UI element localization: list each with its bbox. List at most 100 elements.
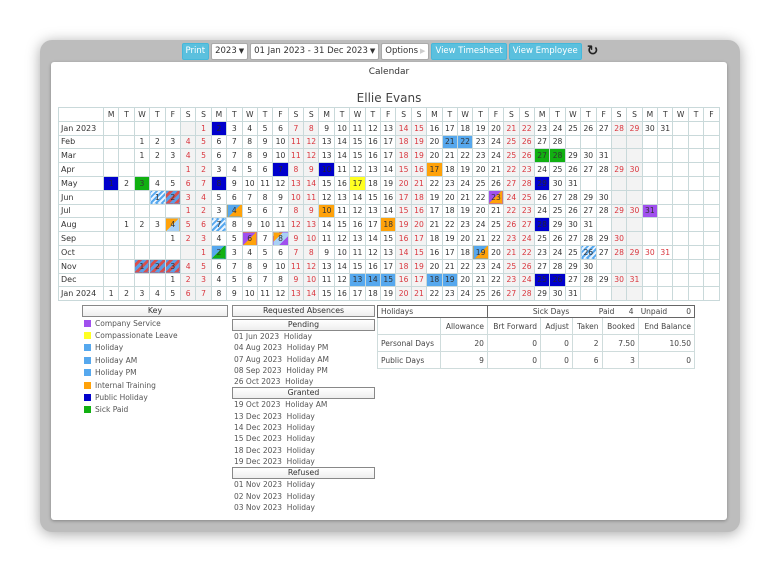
day-cell[interactable] <box>102 217 120 233</box>
day-cell[interactable] <box>672 148 689 164</box>
day-cell[interactable]: 24 <box>456 175 474 191</box>
day-cell-absence[interactable]: 10 <box>318 162 335 177</box>
day-cell[interactable]: 26 <box>549 231 566 246</box>
day-cell[interactable]: 2 <box>179 231 197 246</box>
day-cell[interactable] <box>703 120 720 136</box>
day-cell[interactable]: 20 <box>487 120 505 136</box>
day-cell[interactable]: 6 <box>272 244 289 260</box>
day-cell[interactable]: 9 <box>256 148 274 164</box>
day-cell[interactable]: 12 <box>349 203 366 219</box>
day-cell[interactable]: 5 <box>226 272 243 288</box>
day-cell[interactable]: 18 <box>426 231 443 246</box>
day-cell[interactable]: 23 <box>441 175 458 191</box>
day-cell[interactable]: 23 <box>518 162 535 177</box>
day-cell[interactable]: 16 <box>364 148 382 164</box>
day-cell[interactable]: 23 <box>456 217 474 233</box>
day-cell[interactable]: 28 <box>580 231 597 246</box>
day-cell[interactable]: 16 <box>380 189 397 205</box>
day-cell[interactable]: 5 <box>195 134 212 150</box>
view-timesheet-button[interactable]: View Timesheet <box>431 42 507 60</box>
day-cell-absence[interactable]: 1 <box>149 189 166 205</box>
day-cell[interactable]: 18 <box>441 162 458 177</box>
day-cell[interactable] <box>149 162 166 177</box>
day-cell[interactable] <box>610 148 628 164</box>
day-cell[interactable]: 10 <box>272 148 289 164</box>
day-cell[interactable]: 1 <box>164 231 181 246</box>
day-cell[interactable]: 20 <box>426 258 443 274</box>
day-cell[interactable]: 21 <box>472 231 489 246</box>
day-cell[interactable] <box>164 162 181 177</box>
day-cell[interactable]: 22 <box>441 217 458 233</box>
absence-request-item[interactable]: 18 Dec 2023 Holiday <box>232 445 375 456</box>
day-cell[interactable]: 2 <box>179 272 197 288</box>
day-cell[interactable]: 7 <box>226 258 243 274</box>
day-cell[interactable]: 5 <box>210 189 228 205</box>
day-cell[interactable] <box>641 231 659 246</box>
day-cell[interactable]: 24 <box>518 231 535 246</box>
day-cell[interactable]: 15 <box>364 189 382 205</box>
day-cell[interactable]: 22 <box>487 231 505 246</box>
day-cell[interactable]: 22 <box>426 286 443 302</box>
day-cell[interactable]: 26 <box>533 189 551 205</box>
day-cell[interactable]: 17 <box>380 148 397 164</box>
day-cell[interactable] <box>610 175 628 191</box>
day-cell[interactable]: 20 <box>472 162 489 177</box>
day-cell-absence[interactable]: 2 <box>164 189 181 205</box>
day-cell[interactable]: 8 <box>272 272 289 288</box>
day-cell[interactable] <box>657 148 674 164</box>
day-cell[interactable]: 30 <box>610 272 628 288</box>
day-cell[interactable]: 19 <box>441 231 458 246</box>
day-cell[interactable]: 31 <box>564 286 582 302</box>
day-cell[interactable]: 28 <box>595 162 612 177</box>
day-cell[interactable]: 5 <box>241 162 258 177</box>
day-cell[interactable]: 25 <box>564 120 582 136</box>
day-cell[interactable]: 28 <box>549 258 566 274</box>
day-cell[interactable]: 25 <box>503 148 520 164</box>
day-cell[interactable] <box>672 175 689 191</box>
day-cell[interactable]: 12 <box>303 258 320 274</box>
day-cell[interactable] <box>703 189 720 205</box>
day-cell[interactable]: 27 <box>503 286 520 302</box>
day-cell[interactable]: 13 <box>364 203 382 219</box>
day-cell[interactable] <box>595 134 612 150</box>
day-cell[interactable] <box>641 189 659 205</box>
day-cell[interactable]: 21 <box>487 203 505 219</box>
day-cell[interactable]: 25 <box>472 286 489 302</box>
day-cell[interactable]: 11 <box>349 244 366 260</box>
day-cell[interactable]: 22 <box>456 148 474 164</box>
day-cell[interactable] <box>687 162 705 177</box>
day-cell[interactable]: 23 <box>533 244 551 260</box>
day-cell-absence[interactable]: 8 <box>210 175 228 191</box>
day-cell[interactable]: 25 <box>518 189 535 205</box>
day-cell[interactable]: 9 <box>226 286 243 302</box>
day-cell[interactable]: 20 <box>410 217 428 233</box>
day-cell[interactable]: 25 <box>503 258 520 274</box>
day-cell[interactable]: 21 <box>441 148 458 164</box>
day-cell[interactable] <box>102 203 120 219</box>
day-cell[interactable]: 1 <box>179 162 197 177</box>
day-cell[interactable]: 11 <box>349 120 366 136</box>
day-cell[interactable]: 13 <box>318 134 335 150</box>
day-cell[interactable]: 22 <box>487 272 505 288</box>
day-cell[interactable]: 6 <box>179 286 197 302</box>
day-cell[interactable]: 9 <box>318 120 335 136</box>
day-cell-absence[interactable]: 21 <box>441 134 458 150</box>
day-cell[interactable]: 18 <box>395 134 412 150</box>
day-cell[interactable]: 3 <box>226 244 243 260</box>
day-cell[interactable]: 30 <box>549 286 566 302</box>
absence-request-item[interactable]: 15 Dec 2023 Holiday <box>232 433 375 444</box>
day-cell[interactable]: 14 <box>380 162 397 177</box>
day-cell[interactable]: 9 <box>272 189 289 205</box>
day-cell[interactable]: 28 <box>549 134 566 150</box>
day-cell[interactable]: 5 <box>241 203 258 219</box>
day-cell[interactable]: 15 <box>333 217 351 233</box>
day-cell[interactable] <box>133 272 151 288</box>
day-cell[interactable]: 28 <box>595 203 612 219</box>
day-cell[interactable] <box>133 120 151 136</box>
day-cell[interactable] <box>564 134 582 150</box>
day-cell[interactable]: 19 <box>472 120 489 136</box>
day-cell[interactable]: 30 <box>549 175 566 191</box>
day-cell[interactable]: 29 <box>626 120 643 136</box>
day-cell[interactable]: 13 <box>349 231 366 246</box>
day-cell[interactable] <box>687 120 705 136</box>
